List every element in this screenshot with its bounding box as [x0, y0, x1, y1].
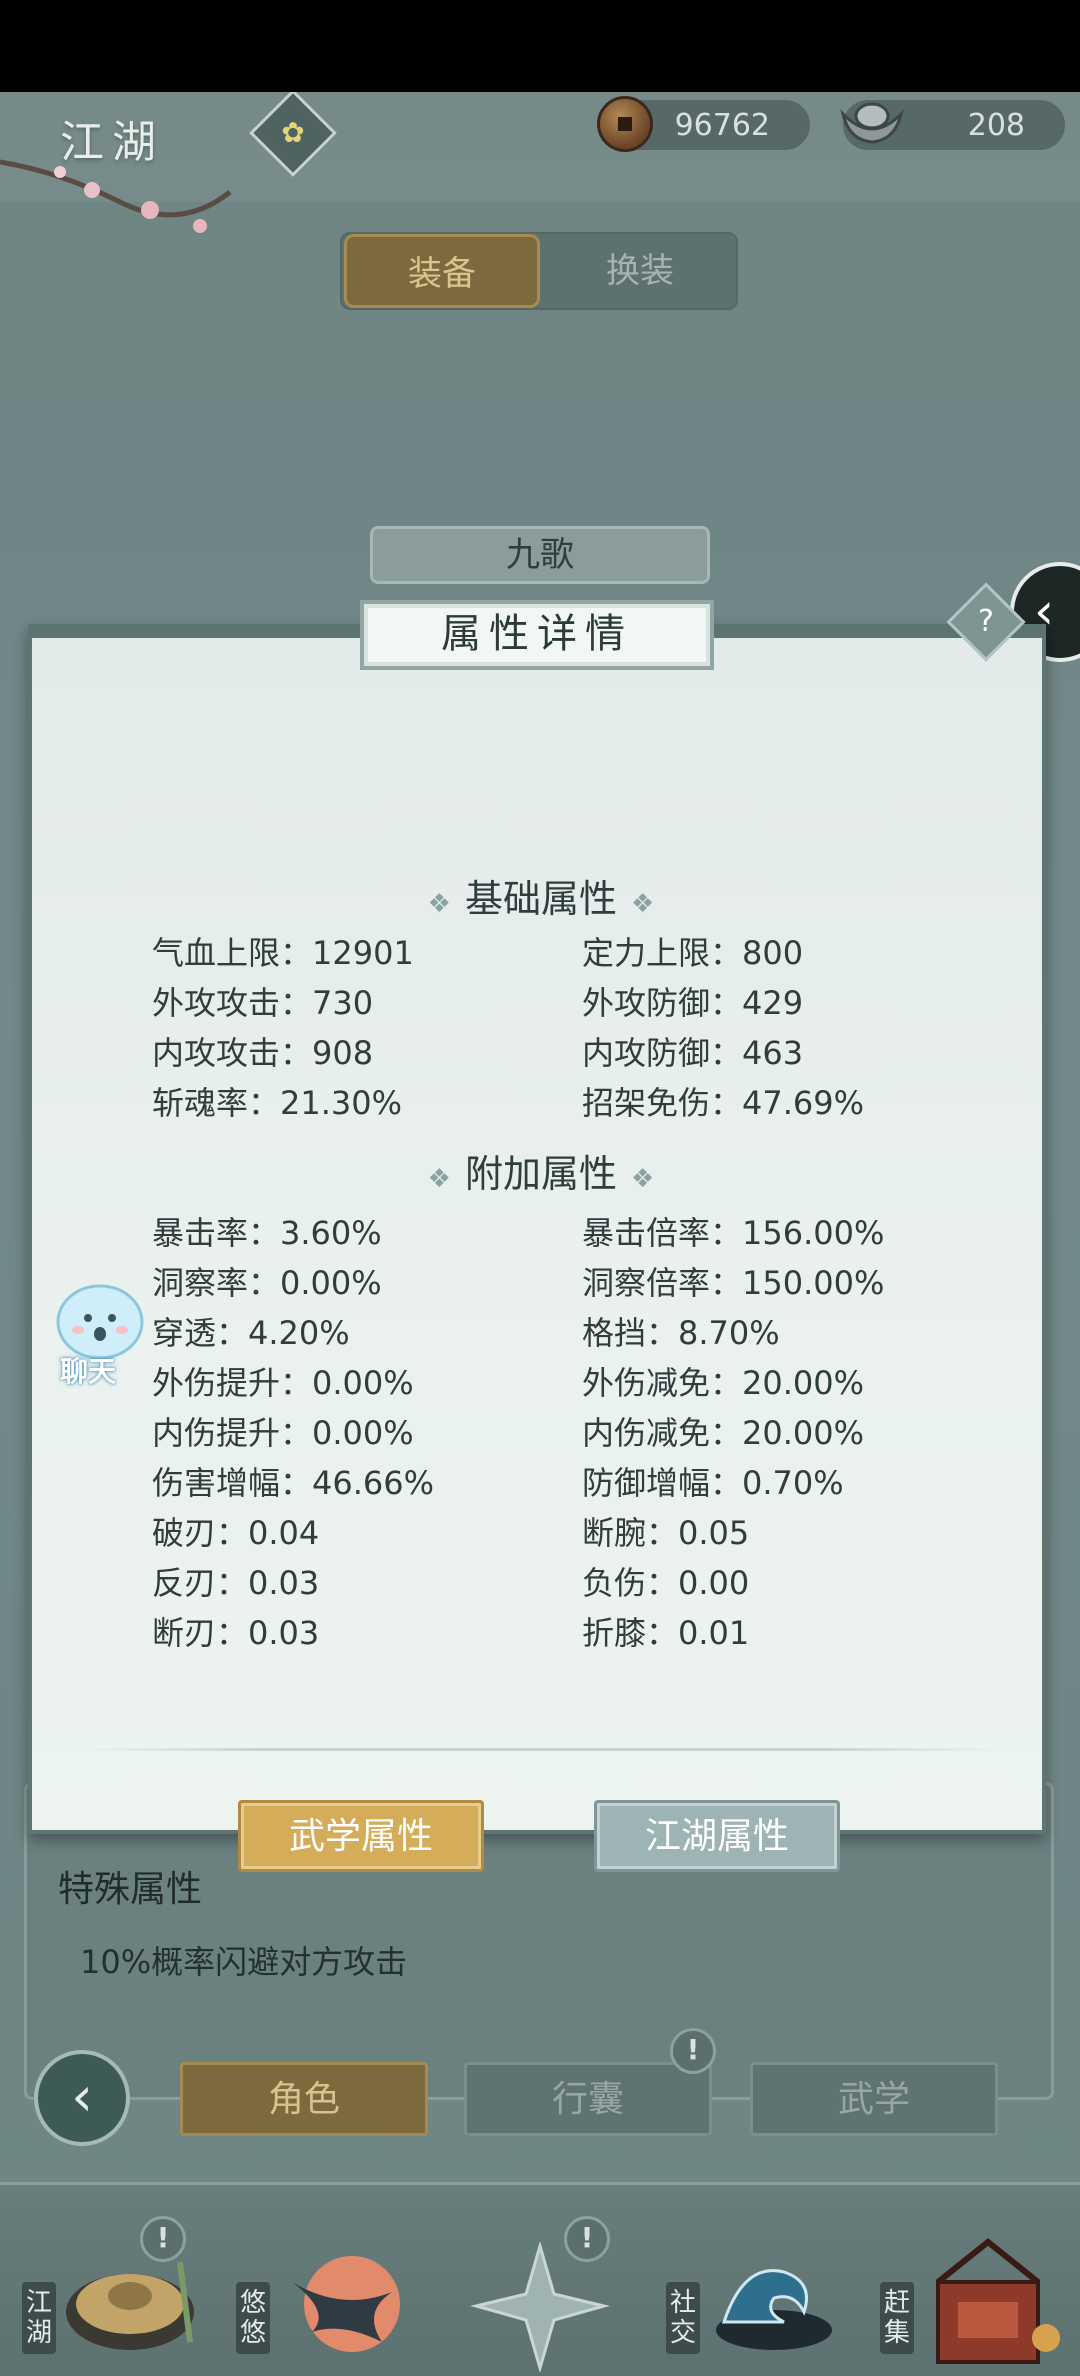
nav-martial-button[interactable]: 武学: [750, 2062, 998, 2136]
copper-coin-icon: [597, 96, 653, 152]
bottom-nav-youyou-label: 悠悠: [236, 2282, 270, 2354]
stat-item: 斩魂率：21.30%: [152, 1084, 403, 1122]
coin-value: 96762: [674, 108, 770, 143]
panel-divider: [82, 1748, 1002, 1751]
special-attribute-text: 10%概率闪避对方攻击: [80, 1943, 408, 1981]
stat-item: 外攻防御：429: [582, 984, 804, 1022]
ornament-icon: ❖: [631, 1164, 655, 1194]
silver-ingot-icon: [840, 102, 904, 144]
stat-item: 气血上限：12901: [152, 934, 414, 972]
basic-attr-title: 基础属性: [464, 877, 617, 921]
stat-item: 外攻攻击：730: [152, 984, 374, 1022]
stat-item: 格挡：8.70%: [582, 1314, 780, 1352]
ingot-counter[interactable]: 208: [840, 100, 1065, 150]
bottom-nav-youyou[interactable]: 悠悠: [236, 2242, 416, 2372]
ornament-icon: ❖: [427, 889, 451, 919]
stat-item: 洞察倍率：150.00%: [582, 1264, 885, 1302]
menu-diamond-button[interactable]: ✿: [249, 92, 337, 177]
stat-item: 内伤减免：20.00%: [582, 1414, 865, 1452]
attribute-detail-panel: ❖ 基础属性 ❖ 气血上限：12901 定力上限：800 外攻攻击：730 外攻防御…: [28, 624, 1046, 1872]
bottom-nav-market-label: 赶集: [880, 2282, 914, 2354]
stat-item: 招架免伤：47.69%: [582, 1084, 865, 1122]
flower-icon: ✿: [281, 116, 305, 149]
nav-role-button[interactable]: 角色: [180, 2062, 428, 2136]
bottom-nav-jianghu-label: 江湖: [22, 2282, 56, 2354]
alert-badge: !: [564, 2216, 610, 2262]
nav-bag-button[interactable]: 行囊: [464, 2062, 712, 2136]
swallow-sun-icon: [292, 2256, 400, 2352]
stat-item: 反刃：0.03: [152, 1564, 320, 1602]
bottom-nav-social[interactable]: 社交: [666, 2242, 846, 2372]
basic-attr-heading: ❖ 基础属性 ❖: [32, 868, 1050, 923]
tab-equip[interactable]: 装备: [344, 234, 540, 308]
stat-item: 暴击率：3.60%: [152, 1214, 382, 1252]
extra-attr-title: 附加属性: [464, 1152, 617, 1196]
stat-item: 外伤减免：20.00%: [582, 1364, 865, 1402]
stat-item: 暴击倍率：156.00%: [582, 1214, 885, 1252]
bottom-nav-home[interactable]: !: [470, 2216, 610, 2372]
special-attribute-title: 特殊属性: [58, 1869, 203, 1910]
stat-item: 防御增幅：0.70%: [582, 1464, 844, 1502]
stat-item: 内攻攻击：908: [152, 1034, 374, 1072]
stat-item: 定力上限：800: [582, 934, 804, 972]
help-icon: ?: [978, 604, 994, 639]
ingot-value: 208: [967, 108, 1025, 143]
top-bar: 江湖 ✿ 96762 208: [0, 92, 1080, 233]
bamboo-hat-icon: [66, 2261, 194, 2350]
market-box-icon: [936, 2238, 1060, 2364]
stat-item: 负伤：0.00: [582, 1564, 750, 1602]
extra-attr-heading: ❖ 附加属性 ❖: [32, 1143, 1050, 1198]
chat-label[interactable]: 聊天: [60, 1350, 116, 1390]
jianghu-attr-button[interactable]: 江湖属性: [594, 1800, 840, 1872]
tab-swap[interactable]: 换装: [542, 234, 738, 308]
bottom-nav-market[interactable]: 赶集: [880, 2238, 1070, 2376]
arrow-left-icon: ‹: [71, 2065, 93, 2128]
wave-bowl-icon: [716, 2269, 832, 2350]
ornament-icon: ❖: [427, 1164, 451, 1194]
ornament-icon: ❖: [631, 889, 655, 919]
stat-item: 洞察率：0.00%: [152, 1264, 382, 1302]
stat-item: 穿透：4.20%: [152, 1314, 350, 1352]
character-name-plate: 九歌: [370, 526, 710, 584]
alert-badge: !: [670, 2028, 716, 2074]
stat-item: 外伤提升：0.00%: [152, 1364, 414, 1402]
bottom-nav-jianghu[interactable]: 江湖 !: [22, 2216, 202, 2372]
alert-badge: !: [140, 2216, 186, 2262]
stat-item: 破刃：0.04: [152, 1514, 320, 1552]
brand-title: 江湖: [60, 117, 164, 168]
stat-item: 折膝：0.01: [582, 1614, 750, 1652]
stat-item: 伤害增幅：46.66%: [152, 1464, 435, 1502]
stat-item: 断刃：0.03: [152, 1614, 320, 1652]
back-button[interactable]: ‹: [34, 2050, 130, 2146]
coin-counter[interactable]: 96762: [597, 96, 810, 152]
app-screen: 江湖 ✿ 96762 208 装备 换装 九歌 ‹ 特殊属性 10%概率闪避对方…: [0, 92, 1080, 2376]
stat-item: 内攻防御：463: [582, 1034, 804, 1072]
equip-tab-group: 装备 换装: [340, 232, 738, 310]
bottom-nav-social-label: 社交: [666, 2282, 700, 2354]
stat-item: 内伤提升：0.00%: [152, 1414, 414, 1452]
stat-item: 断腕：0.05: [582, 1514, 750, 1552]
martial-attr-button[interactable]: 武学属性: [238, 1800, 484, 1872]
panel-title: 属性详情: [360, 600, 714, 670]
